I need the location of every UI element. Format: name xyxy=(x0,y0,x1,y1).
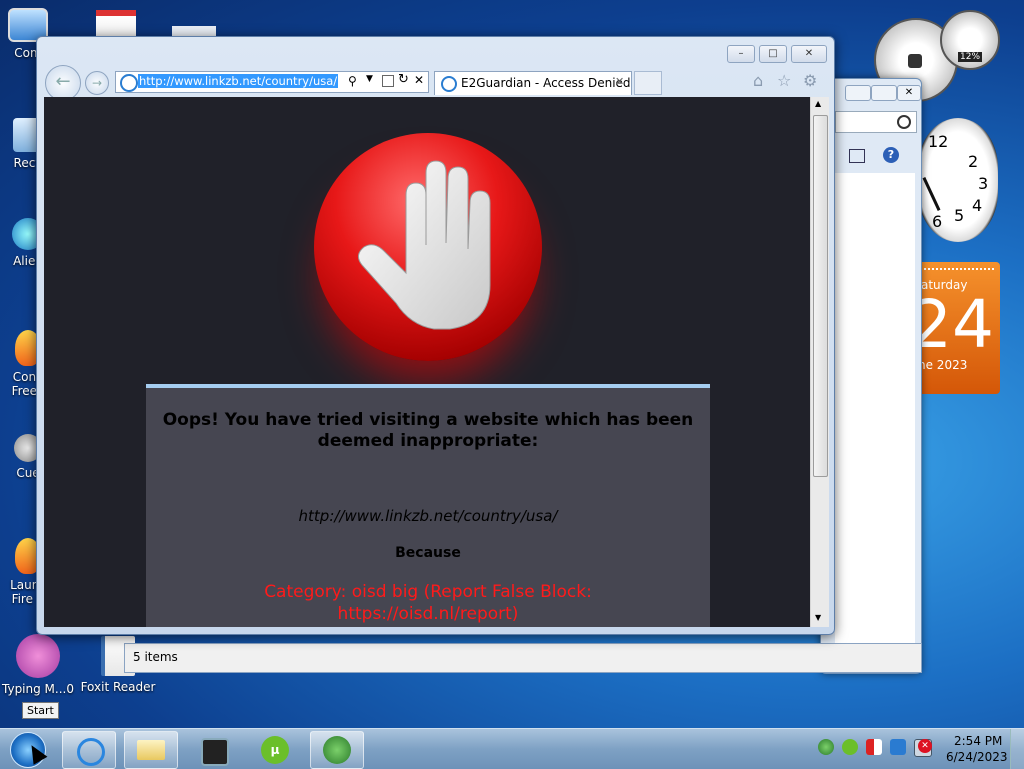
explorer-status-bar: 5 items xyxy=(124,643,922,673)
clock-number: 4 xyxy=(972,196,983,215)
vertical-scrollbar[interactable]: ▲ ▼ xyxy=(810,97,829,627)
utorrent-icon: µ xyxy=(261,736,289,764)
clock-gadget: 12 2 3 4 5 6 xyxy=(918,118,1000,242)
taskbar: µ ✕ 2:54 PM 6/24/2023 xyxy=(0,728,1024,769)
search-icon[interactable]: ⚲ xyxy=(348,74,357,88)
page-content: Oops! You have tried visiting a website … xyxy=(44,97,810,627)
calendar-day: 24 xyxy=(910,286,994,363)
tab-title: E2Guardian - Access Denied xyxy=(461,76,631,90)
taskbar-media-button[interactable] xyxy=(186,731,240,769)
stop-hand-icon xyxy=(314,133,542,361)
explorer-window[interactable]: ✕ ? xyxy=(820,78,922,674)
clock-number: 12 xyxy=(928,132,949,151)
tab-page-icon xyxy=(441,76,457,92)
explorer-content-area xyxy=(835,173,915,673)
tray-network-icon[interactable] xyxy=(818,739,834,755)
download-manager-icon xyxy=(323,736,351,764)
clock-number: 3 xyxy=(978,174,989,193)
start-tooltip: Start xyxy=(22,702,59,719)
media-player-icon xyxy=(201,738,229,766)
scroll-down-arrow[interactable]: ▼ xyxy=(815,613,821,622)
tray-utorrent-icon[interactable] xyxy=(842,739,858,755)
explorer-search-icon[interactable] xyxy=(897,115,911,129)
taskbar-ie-button[interactable] xyxy=(62,731,116,769)
typing-master-icon xyxy=(16,634,60,678)
show-desktop-button[interactable] xyxy=(1010,729,1024,769)
favorites-icon[interactable]: ☆ xyxy=(777,71,791,90)
ie-icon xyxy=(77,738,105,766)
address-bar[interactable]: http://www.linkzb.net/country/usa/ ⚲ ▼ ↻… xyxy=(115,71,429,93)
desktop-icon-typing-master[interactable]: Typing M...0 xyxy=(0,634,78,696)
explorer-minimize-button[interactable] xyxy=(845,85,871,101)
ie-page-icon xyxy=(120,74,138,92)
scroll-up-arrow[interactable]: ▲ xyxy=(815,99,821,108)
hand-glyph xyxy=(358,160,491,330)
because-label: Because xyxy=(395,545,461,561)
explorer-preview-pane-icon[interactable] xyxy=(849,149,865,163)
clock-number: 2 xyxy=(968,152,979,171)
taskbar-utorrent-button[interactable]: µ xyxy=(248,731,302,769)
cpu-percent-readout: 12% xyxy=(958,52,983,62)
memory-meter-gadget: 12% xyxy=(940,10,1000,70)
calendar-gadget: aturday 24 ne 2023 xyxy=(910,262,1000,394)
gadget-close-button[interactable] xyxy=(908,54,922,68)
tray-flag-icon[interactable] xyxy=(890,739,906,755)
desktop-icon-label: Foxit Reader xyxy=(80,680,156,694)
back-button[interactable]: ← xyxy=(45,65,81,101)
address-text[interactable]: http://www.linkzb.net/country/usa/ xyxy=(138,74,339,88)
dropdown-arrow-icon[interactable]: ▼ xyxy=(366,74,373,84)
taskbar-idm-button[interactable] xyxy=(310,731,364,769)
new-tab-button[interactable] xyxy=(634,71,662,95)
denied-heading: Oops! You have tried visiting a website … xyxy=(162,410,694,451)
folder-icon xyxy=(137,740,165,760)
explorer-status-text: 5 items xyxy=(133,650,178,664)
explorer-help-icon[interactable]: ? xyxy=(883,147,899,163)
clock-number: 6 xyxy=(932,212,943,231)
clock-date[interactable]: 6/24/2023 xyxy=(946,750,1008,764)
refresh-icon[interactable]: ↻ xyxy=(398,72,409,87)
stop-icon[interactable]: ✕ xyxy=(414,73,424,87)
block-category: Category: oisd big (Report False Block: … xyxy=(264,582,592,624)
explorer-close-button[interactable]: ✕ xyxy=(897,85,921,101)
forward-button[interactable]: → xyxy=(85,71,109,95)
maximize-button[interactable]: □ xyxy=(759,45,787,63)
desktop-icon-label: Typing M...0 xyxy=(2,682,74,696)
minimize-button[interactable]: – xyxy=(727,45,755,63)
taskbar-explorer-button[interactable] xyxy=(124,731,178,769)
tools-gear-icon[interactable]: ⚙ xyxy=(803,71,817,90)
home-icon[interactable]: ⌂ xyxy=(753,71,763,90)
calendar-rings xyxy=(924,262,994,270)
close-button[interactable]: ✕ xyxy=(791,45,827,63)
blocked-url: http://www.linkzb.net/country/usa/ xyxy=(298,507,558,525)
ie-window[interactable]: – □ ✕ ← → http://www.linkzb.net/country/… xyxy=(36,36,835,635)
access-denied-panel: Oops! You have tried visiting a website … xyxy=(146,384,710,627)
compatibility-view-icon[interactable] xyxy=(382,75,394,87)
clock-time[interactable]: 2:54 PM xyxy=(954,734,1002,748)
tab-e2guardian[interactable]: E2Guardian - Access Denied ✕ xyxy=(434,71,632,95)
clock-number: 5 xyxy=(954,206,965,225)
scroll-thumb[interactable] xyxy=(813,115,828,477)
tab-close-icon[interactable]: ✕ xyxy=(615,75,624,88)
tray-shield-icon[interactable] xyxy=(866,739,882,755)
tray-volume-icon[interactable]: ✕ xyxy=(918,739,932,753)
explorer-maximize-button[interactable] xyxy=(871,85,897,101)
